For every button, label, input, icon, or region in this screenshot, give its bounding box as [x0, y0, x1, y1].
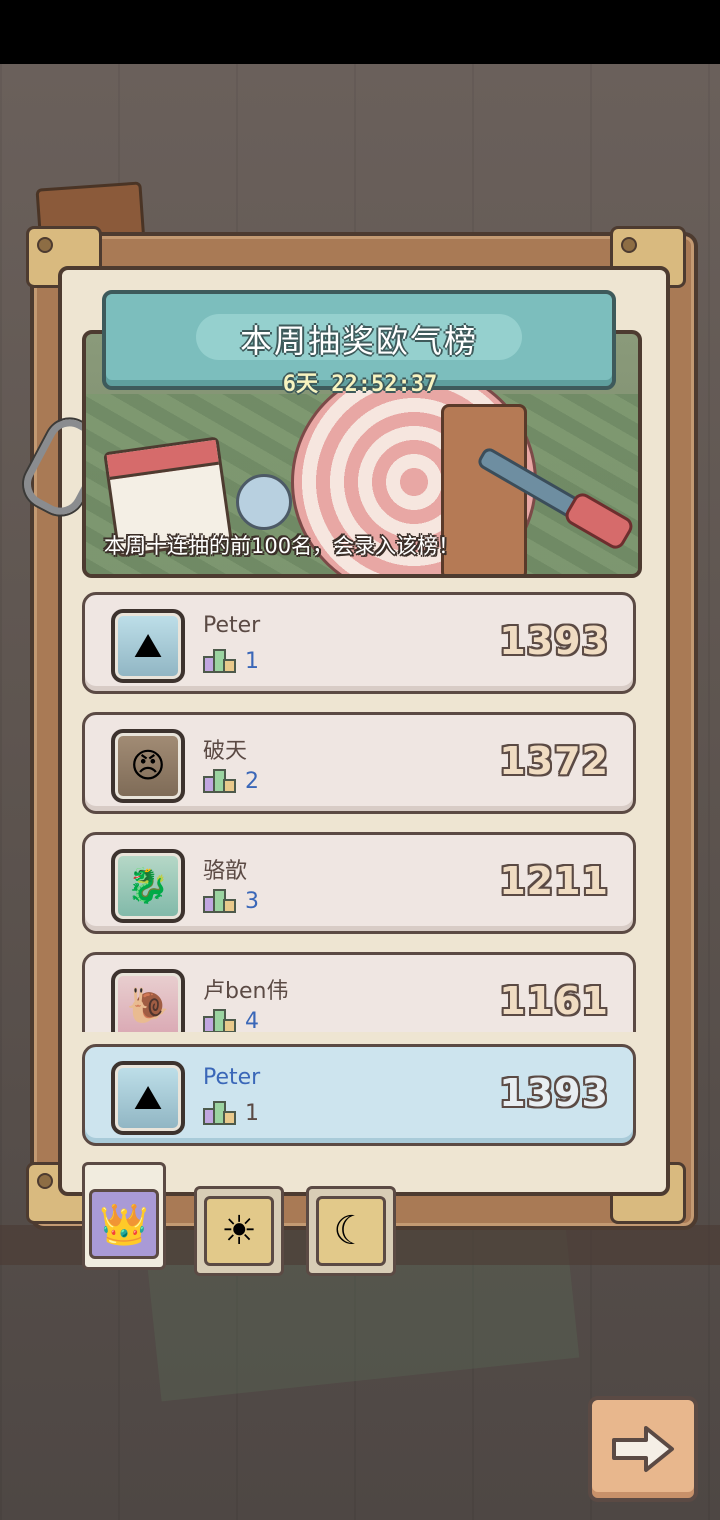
angry-face-icon: 😠	[111, 729, 185, 803]
podium-icon	[203, 887, 236, 913]
status-bar	[0, 0, 720, 64]
snail-icon: 🐌	[111, 969, 185, 1032]
player-name: Peter	[203, 613, 261, 638]
player-score: 1211	[499, 859, 609, 903]
page-title: 本周抽奖欧气榜	[239, 322, 478, 360]
list-item[interactable]: 🐌 卢ben伟 4 1161	[82, 952, 636, 1032]
list-item[interactable]: 😠 破天 2 1372	[82, 712, 636, 814]
list-item[interactable]: ⛰ Peter 1 1393	[82, 592, 636, 694]
player-score: 1393	[499, 1071, 609, 1115]
podium-icon	[203, 1007, 236, 1032]
next-button[interactable]	[588, 1396, 698, 1502]
player-score: 1372	[499, 739, 609, 783]
player-rank: 4	[245, 1009, 259, 1032]
player-rank: 3	[245, 889, 259, 914]
podium-icon	[203, 647, 236, 673]
tab-moon[interactable]: ☾	[306, 1186, 396, 1276]
tab-crown[interactable]: 👑	[82, 1162, 166, 1270]
player-rank: 1	[245, 649, 259, 674]
dragon-icon: 🐉	[111, 849, 185, 923]
leaderboard-list[interactable]: ⛰ Peter 1 1393 😠 破天 2 1372 🐉 骆歆 3 1211 🐌…	[60, 586, 660, 1032]
tab-sun[interactable]: ☀	[194, 1186, 284, 1276]
player-score: 1393	[499, 619, 609, 663]
podium-icon	[203, 1099, 236, 1125]
player-name: Peter	[203, 1065, 261, 1090]
arrow-right-icon	[612, 1426, 674, 1472]
player-rank: 2	[245, 769, 259, 794]
player-name: 骆歆	[203, 859, 248, 884]
player-name: 破天	[203, 739, 248, 764]
player-score: 1161	[499, 979, 609, 1023]
banner-note: 本周十连抽的前100名，会录入该榜！	[104, 534, 460, 558]
sun-face-icon: ☀	[204, 1196, 274, 1266]
self-rank-row[interactable]: ⛰ Peter 1 1393	[82, 1044, 636, 1146]
player-rank: 1	[245, 1101, 259, 1126]
podium-icon	[203, 767, 236, 793]
ice-mountain-icon: ⛰	[111, 609, 185, 683]
moon-face-icon: ☾	[316, 1196, 386, 1266]
ice-mountain-icon: ⛰	[111, 1061, 185, 1135]
player-name: 卢ben伟	[203, 979, 289, 1004]
ball-icon	[236, 474, 292, 530]
countdown-timer: 6天 22:52:37	[282, 372, 438, 397]
list-item[interactable]: 🐉 骆歆 3 1211	[82, 832, 636, 934]
crown-icon: 👑	[89, 1189, 159, 1259]
